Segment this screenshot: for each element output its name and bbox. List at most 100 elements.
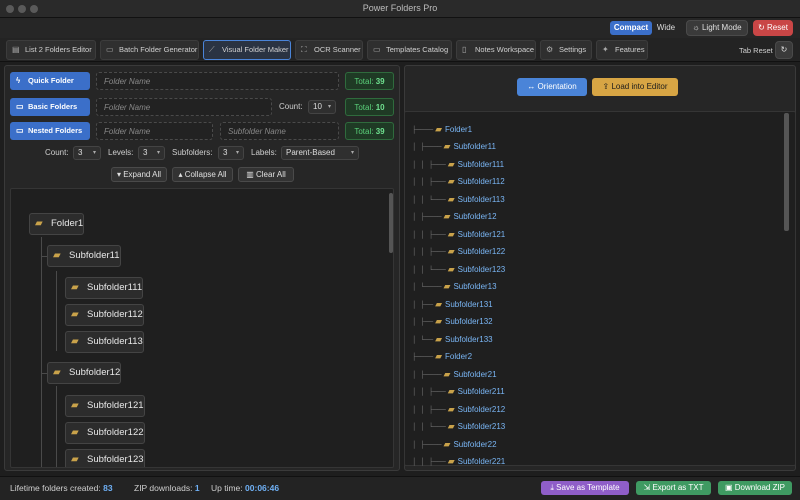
folder-icon: ▰ bbox=[435, 124, 442, 134]
folder-icon: ▰ bbox=[443, 211, 451, 221]
gear-icon: ⚙ bbox=[546, 45, 554, 54]
zip-downloads-status: ZIP downloads: 1 bbox=[134, 483, 200, 493]
export-txt-button[interactable]: ⇲ Export as TXT bbox=[636, 481, 711, 495]
tab-label: Templates Catalog bbox=[386, 45, 449, 54]
reset-button[interactable]: ↻ Reset bbox=[753, 20, 793, 36]
wand-icon: ⟋ bbox=[209, 45, 215, 54]
node-label: Subfolder121 bbox=[87, 400, 144, 411]
folder-icon: ▰ bbox=[435, 299, 442, 309]
status-label: Up time: bbox=[211, 483, 243, 493]
visual-node-subfolder[interactable]: ▰ Subfolder12 bbox=[47, 362, 122, 384]
tree-item-name: Subfolder111 bbox=[457, 160, 505, 169]
levels-label: Levels: bbox=[108, 148, 134, 157]
tree-row: │ │ ├─── ▰ Subfolder111 bbox=[412, 157, 504, 172]
visual-node-subfolder[interactable]: ▰ Subfolder123 bbox=[65, 449, 145, 467]
wide-layout-button[interactable]: Wide bbox=[653, 21, 679, 35]
tab-label: Features bbox=[615, 45, 645, 54]
tab-label: Settings bbox=[559, 45, 587, 54]
basic-folders-button[interactable]: ▭ Basic Folders bbox=[10, 98, 90, 116]
visual-node-subfolder[interactable]: ▰ Subfolder122 bbox=[65, 422, 145, 444]
tab-batch-folder-generator[interactable]: ▭ Batch Folder Generator bbox=[100, 40, 199, 60]
tree-row: │ └── ▰ Subfolder133 bbox=[412, 332, 493, 347]
status-label: Lifetime folders created: bbox=[10, 483, 101, 493]
save-as-template-button[interactable]: ⤓ Save as Template bbox=[541, 481, 629, 495]
visual-tree-canvas[interactable]: ▰ Folder1 ▰ Subfolder11 ▰ Subfolder111 ▰ Sub… bbox=[10, 188, 394, 468]
scan-icon: ⛶ bbox=[301, 45, 307, 54]
orientation-button[interactable]: ↔ Orientation bbox=[517, 78, 587, 96]
visual-node-subfolder[interactable]: ▰ Subfolder112 bbox=[65, 304, 144, 326]
folder-icon: ▭ bbox=[106, 45, 114, 54]
count-select[interactable]: 3 ▾ bbox=[73, 146, 101, 160]
folder-icon: ▰ bbox=[447, 194, 455, 204]
tree-row: │ │ ├─── ▰ Subfolder212 bbox=[412, 402, 505, 417]
folder-icon: ▰ bbox=[443, 439, 451, 449]
tree-connector bbox=[56, 271, 57, 351]
node-label: Folder1 bbox=[51, 218, 84, 229]
tree-prefix: │ │ ├─── bbox=[412, 231, 446, 239]
labels-select[interactable]: Parent-Based ▾ bbox=[281, 146, 359, 160]
folder-icon: ▭ bbox=[16, 126, 24, 135]
tab-features[interactable]: ✦ Features bbox=[596, 40, 648, 60]
tab-reset-button[interactable]: ↻ bbox=[775, 41, 793, 59]
levels-select[interactable]: 3 ▾ bbox=[138, 146, 165, 160]
collapse-all-button[interactable]: ▴ Collapse All bbox=[172, 167, 233, 182]
tab-settings[interactable]: ⚙ Settings bbox=[540, 40, 592, 60]
tab-ocr-scanner[interactable]: ⛶ OCR Scanner bbox=[295, 40, 363, 60]
window-title: Power Folders Pro bbox=[362, 3, 438, 13]
compact-layout-button[interactable]: Compact bbox=[610, 21, 652, 35]
load-into-editor-button[interactable]: ⇪ Load into Editor bbox=[592, 78, 678, 96]
subfolders-label: Subfolders: bbox=[172, 148, 213, 157]
tree-prefix: │ ├──── bbox=[412, 213, 442, 221]
status-value: 83 bbox=[103, 483, 113, 493]
scrollbar[interactable] bbox=[389, 193, 393, 253]
quick-folder-button[interactable]: ϟ Quick Folder bbox=[10, 72, 90, 90]
tab-list-2-folders-editor[interactable]: ▤ List 2 Folders Editor bbox=[6, 40, 96, 60]
tree-connector bbox=[56, 386, 57, 467]
tab-templates-catalog[interactable]: ▭ Templates Catalog bbox=[367, 40, 452, 60]
visual-node-folder[interactable]: ▰ Folder1 bbox=[29, 213, 85, 235]
tree-item-name: Subfolder211 bbox=[457, 387, 505, 396]
node-label: Subfolder11 bbox=[69, 250, 120, 261]
export-icon: ⇲ bbox=[643, 483, 651, 492]
basic-folder-name-input[interactable]: Folder Name bbox=[96, 98, 272, 116]
nested-folder-name-input[interactable]: Folder Name bbox=[96, 122, 213, 140]
expand-all-button[interactable]: ▾ Expand All bbox=[111, 167, 167, 182]
folder-icon: ▰ bbox=[35, 218, 43, 229]
chevron-down-icon: ▾ bbox=[156, 150, 160, 156]
clear-all-button[interactable]: ▥ Clear All bbox=[238, 167, 294, 182]
save-icon: ⤓ bbox=[550, 483, 554, 492]
visual-node-subfolder[interactable]: ▰ Subfolder11 bbox=[47, 245, 121, 267]
basic-count-select[interactable]: 10 ▾ bbox=[308, 100, 336, 114]
tree-row: │ ├── ▰ Subfolder132 bbox=[412, 314, 493, 329]
tree-prefix: │ │ ├─── bbox=[412, 388, 446, 396]
folder-icon: ▰ bbox=[443, 141, 451, 151]
basic-count-value: 10 bbox=[313, 102, 322, 111]
tab-notes-workspace[interactable]: ▯ Notes Workspace bbox=[456, 40, 536, 60]
status-value: 00:06:46 bbox=[245, 483, 280, 493]
download-zip-button[interactable]: ▣ Download ZIP bbox=[718, 481, 792, 495]
light-mode-button[interactable]: ☼ Light Mode bbox=[686, 20, 748, 36]
basic-total-badge: Total: 10 bbox=[345, 98, 394, 116]
nested-folders-button[interactable]: ▭ Nested Folders bbox=[10, 122, 90, 140]
labels-value: Parent-Based bbox=[286, 148, 335, 157]
visual-node-subfolder[interactable]: ▰ Subfolder113 bbox=[65, 331, 144, 353]
download-zip-label: Download ZIP bbox=[734, 483, 786, 492]
tree-row: │ │ └─── ▰ Subfolder113 bbox=[412, 192, 505, 207]
chevron-down-icon: ▾ bbox=[327, 104, 331, 110]
visual-node-subfolder[interactable]: ▰ Subfolder121 bbox=[65, 395, 145, 417]
tree-prefix: │ │ ├─── bbox=[412, 406, 446, 414]
visual-node-subfolder[interactable]: ▰ Subfolder111 bbox=[65, 277, 144, 299]
folder-icon: ▰ bbox=[447, 229, 455, 239]
tab-visual-folder-maker[interactable]: ⟋ Visual Folder Maker bbox=[203, 40, 291, 60]
subfolder-name-input[interactable]: Subfolder Name bbox=[220, 122, 339, 140]
subfolders-select[interactable]: 3 ▾ bbox=[218, 146, 244, 160]
folder-icon: ▰ bbox=[71, 309, 79, 320]
tree-item-name: Folder2 bbox=[445, 352, 473, 361]
tree-row: │ │ └─── ▰ Subfolder123 bbox=[412, 262, 505, 277]
scrollbar[interactable] bbox=[784, 113, 789, 231]
tab-label: Batch Folder Generator bbox=[119, 45, 198, 54]
quick-folder-name-input[interactable]: Folder Name bbox=[96, 72, 339, 90]
reset-label: Reset bbox=[767, 23, 788, 32]
labels-label: Labels: bbox=[251, 148, 277, 157]
folder-icon: ▰ bbox=[53, 367, 61, 378]
